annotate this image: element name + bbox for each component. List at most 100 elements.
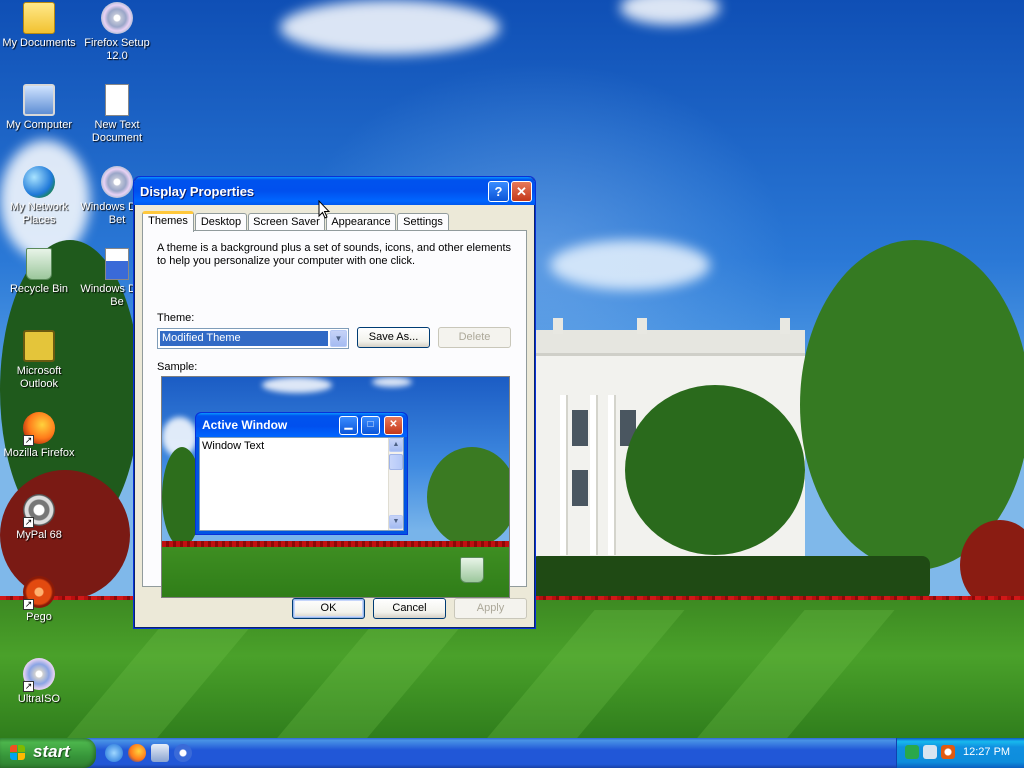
start-button[interactable]: start xyxy=(0,738,96,768)
desktop-icon-label: UltraISO xyxy=(17,693,61,705)
theme-description: A theme is a background plus a set of so… xyxy=(157,242,512,267)
chevron-down-icon[interactable]: ▼ xyxy=(330,330,347,347)
network-icon[interactable] xyxy=(905,745,919,759)
wallpaper-window xyxy=(572,470,588,506)
wallpaper-column xyxy=(608,395,616,555)
text-document-icon xyxy=(105,84,129,116)
wallpaper-chimney xyxy=(780,318,790,334)
title-bar[interactable]: Display Properties ? ✕ xyxy=(134,177,535,205)
tab-settings[interactable]: Settings xyxy=(397,213,449,231)
theme-label: Theme: xyxy=(157,312,195,324)
desktop-icon-label: Microsoft Outlook xyxy=(16,365,62,390)
desktop-icon-new-text-document[interactable]: New Text Document xyxy=(78,84,156,145)
close-button[interactable]: ✕ xyxy=(511,181,532,202)
theme-dropdown-value: Modified Theme xyxy=(160,331,328,346)
desktop-icon-mozilla-firefox[interactable]: ↗ Mozilla Firefox xyxy=(0,412,78,460)
desktop-icon-microsoft-outlook[interactable]: Microsoft Outlook xyxy=(0,330,78,391)
sample-tree xyxy=(427,447,509,547)
sample-window-title: Active Window xyxy=(202,418,288,432)
desktop-icon-label: My Documents xyxy=(2,37,76,49)
desktop-icon-label: MyPal 68 xyxy=(16,529,62,541)
desktop-icon-label: My Computer xyxy=(5,119,73,131)
desktop-icon-recycle-bin[interactable]: Recycle Bin xyxy=(0,248,78,296)
themes-tab-panel: A theme is a background plus a set of so… xyxy=(142,230,527,598)
sample-cloud xyxy=(372,377,412,387)
desktop-icon-label: Mozilla Firefox xyxy=(3,447,75,459)
system-tray: 12:27 PM xyxy=(896,738,1024,768)
taskbar-clock[interactable]: 12:27 PM xyxy=(963,746,1010,758)
window-app-icon xyxy=(105,248,129,280)
installer-cd-icon xyxy=(101,2,133,34)
outlook-icon xyxy=(23,330,55,362)
windows-logo-icon xyxy=(10,745,27,761)
desktop-icon-label: Recycle Bin xyxy=(9,283,69,295)
ultraiso-icon: ↗ xyxy=(23,658,55,692)
cancel-button[interactable]: Cancel xyxy=(373,598,446,619)
save-as-button[interactable]: Save As... xyxy=(357,327,430,348)
scroll-thumb xyxy=(389,454,403,470)
desktop-icon-label: Pego xyxy=(26,611,52,623)
shortcut-arrow-icon: ↗ xyxy=(23,517,34,528)
search-icon[interactable] xyxy=(941,745,955,759)
shortcut-arrow-icon: ↗ xyxy=(23,435,34,446)
desktop-icon-ultraiso[interactable]: ↗ UltraISO xyxy=(0,658,78,706)
network-places-icon xyxy=(23,166,55,198)
theme-sample-preview: Active Window ▁ □ ✕ Window Text ▲ ▼ xyxy=(161,376,510,598)
help-button[interactable]: ? xyxy=(488,181,509,202)
mypal-icon: ↗ xyxy=(23,494,55,528)
sample-cloud xyxy=(262,377,332,393)
desktop-icon-label: Firefox Setup 12.0 xyxy=(84,37,150,62)
theme-dropdown[interactable]: Modified Theme ▼ xyxy=(157,328,349,349)
tab-themes[interactable]: Themes xyxy=(142,211,194,232)
wallpaper-tree xyxy=(625,385,805,555)
desktop-icon-my-documents[interactable]: My Documents xyxy=(0,2,78,50)
scroll-down-icon: ▼ xyxy=(389,515,403,529)
desktop-icon-my-network-places[interactable]: My Network Places xyxy=(0,166,78,227)
pego-icon: ↗ xyxy=(23,576,55,610)
wallpaper-hedge xyxy=(530,556,930,600)
delete-button[interactable]: Delete xyxy=(438,327,511,348)
wallpaper-column xyxy=(590,395,598,555)
settings-app-icon[interactable] xyxy=(151,744,169,762)
internet-explorer-icon[interactable] xyxy=(105,744,123,762)
desktop-icon-label: New Text Document xyxy=(91,119,143,144)
firefox-icon[interactable] xyxy=(128,744,146,762)
sample-window-text: Window Text xyxy=(202,440,265,452)
wallpaper-roofline xyxy=(535,330,805,356)
sample-label: Sample: xyxy=(157,361,198,373)
sound-icon[interactable] xyxy=(923,745,937,759)
display-properties-window: Display Properties ? ✕ Themes Desktop Sc… xyxy=(133,176,536,629)
close-icon: ✕ xyxy=(384,416,403,435)
shortcut-arrow-icon: ↗ xyxy=(23,599,34,610)
sample-active-window: Active Window ▁ □ ✕ Window Text ▲ ▼ xyxy=(195,412,408,535)
sample-title-bar: Active Window ▁ □ ✕ xyxy=(196,413,407,437)
minimize-icon: ▁ xyxy=(339,416,358,435)
tab-screen-saver[interactable]: Screen Saver xyxy=(248,213,325,231)
computer-icon xyxy=(23,84,55,116)
tab-desktop[interactable]: Desktop xyxy=(195,213,247,231)
sample-window-body: Window Text ▲ ▼ xyxy=(199,437,404,531)
folder-icon xyxy=(23,2,55,34)
shortcut-arrow-icon: ↗ xyxy=(23,681,34,692)
sample-lawn xyxy=(162,547,509,597)
recycle-bin-icon xyxy=(460,557,484,583)
tab-appearance[interactable]: Appearance xyxy=(326,213,396,231)
sample-scrollbar: ▲ ▼ xyxy=(388,438,403,530)
wallpaper-window xyxy=(572,410,588,446)
cd-icon xyxy=(101,166,133,198)
maximize-icon: □ xyxy=(361,416,380,435)
desktop-icon-my-computer[interactable]: My Computer xyxy=(0,84,78,132)
media-player-icon[interactable] xyxy=(174,744,192,762)
recycle-bin-icon xyxy=(26,248,52,280)
desktop-icon-pego[interactable]: ↗ Pego xyxy=(0,576,78,624)
wallpaper-cloud xyxy=(280,0,500,55)
apply-button[interactable]: Apply xyxy=(454,598,527,619)
desktop-icon-firefox-setup[interactable]: Firefox Setup 12.0 xyxy=(78,2,156,63)
wallpaper-chimney xyxy=(637,318,647,334)
desktop-icon-mypal[interactable]: ↗ MyPal 68 xyxy=(0,494,78,542)
start-label: start xyxy=(33,742,70,761)
ok-button[interactable]: OK xyxy=(292,598,365,619)
taskbar: start 12:27 PM xyxy=(0,738,1024,768)
wallpaper-chimney xyxy=(553,318,563,334)
window-title: Display Properties xyxy=(140,184,255,199)
